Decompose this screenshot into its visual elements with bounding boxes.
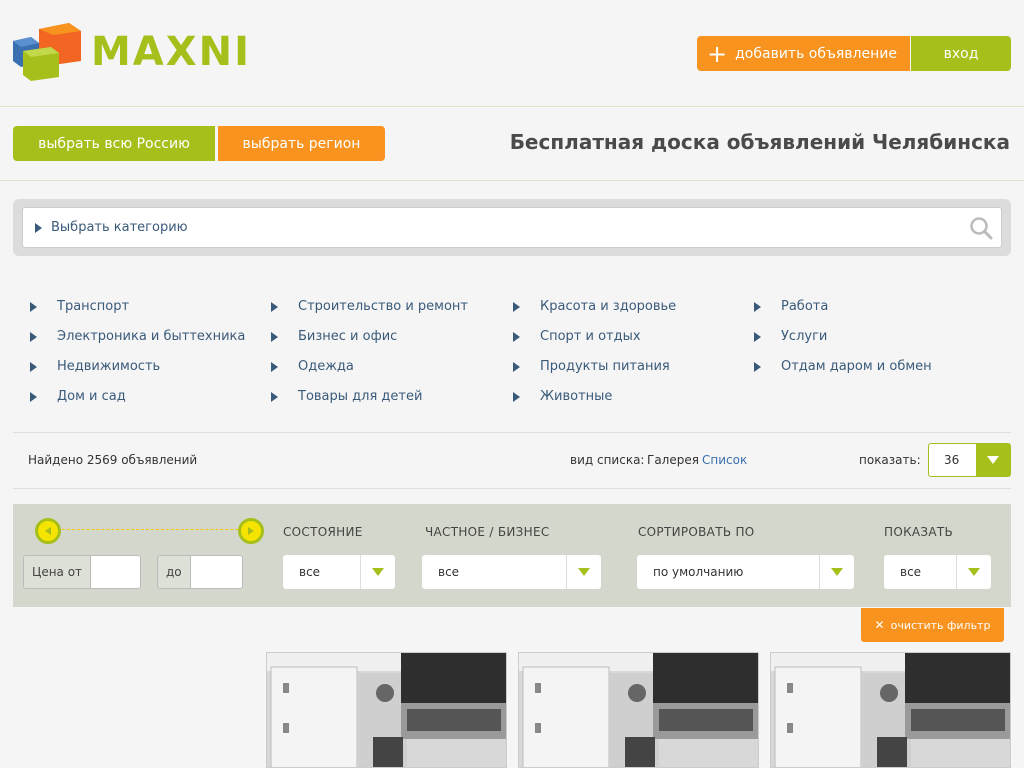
results-count: Найдено 2569 объявлений bbox=[28, 453, 198, 467]
category-select-input[interactable]: Выбрать категорию bbox=[22, 207, 1002, 248]
condition-label: СОСТОЯНИЕ bbox=[283, 525, 363, 539]
logo[interactable]: MAXNI bbox=[13, 21, 249, 81]
chevron-down-icon[interactable] bbox=[819, 555, 854, 589]
price-to-field[interactable]: до bbox=[157, 555, 243, 589]
show-filter-select[interactable]: все bbox=[884, 555, 991, 589]
chevron-down-icon[interactable] bbox=[956, 555, 991, 589]
header: MAXNI + добавить объявление вход bbox=[0, 0, 1024, 107]
clear-filter-label: очистить фильтр bbox=[890, 618, 991, 632]
category-item[interactable]: Товары для детей bbox=[271, 389, 422, 404]
price-slider-max-handle[interactable] bbox=[238, 518, 264, 544]
triangle-right-icon bbox=[513, 301, 520, 312]
seller-type-label: ЧАСТНОЕ / БИЗНЕС bbox=[425, 525, 550, 539]
price-slider-track[interactable] bbox=[47, 529, 263, 533]
clear-filter-button[interactable]: ✕ очистить фильтр bbox=[861, 608, 1004, 642]
view-mode-label: вид списка: bbox=[570, 453, 645, 467]
per-page-label: показать: bbox=[859, 453, 921, 467]
view-gallery-link[interactable]: Галерея bbox=[647, 453, 699, 467]
category-item[interactable]: Бизнес и офис bbox=[271, 329, 397, 344]
sort-label: СОРТИРОВАТЬ ПО bbox=[638, 525, 755, 539]
region-bar: выбрать всю Россию выбрать регион Беспла… bbox=[0, 108, 1024, 181]
category-search-box: Выбрать категорию bbox=[13, 199, 1011, 256]
logo-text: MAXNI bbox=[91, 29, 251, 75]
per-page-select[interactable]: 36 bbox=[928, 443, 1011, 477]
triangle-right-icon bbox=[30, 331, 37, 342]
add-ad-label: добавить объявление bbox=[735, 45, 897, 62]
triangle-right-icon bbox=[30, 301, 37, 312]
category-item[interactable]: Одежда bbox=[271, 359, 354, 374]
sort-select[interactable]: по умолчанию bbox=[637, 555, 854, 589]
category-item[interactable]: Электроника и быттехника bbox=[30, 329, 245, 344]
add-ad-button[interactable]: + добавить объявление bbox=[697, 36, 910, 71]
category-item[interactable]: Отдам даром и обмен bbox=[754, 359, 932, 374]
category-item[interactable]: Услуги bbox=[754, 329, 827, 344]
search-icon[interactable] bbox=[969, 216, 993, 240]
category-item[interactable]: Дом и сад bbox=[30, 389, 126, 404]
triangle-right-icon bbox=[754, 331, 761, 342]
listing-photo bbox=[771, 653, 1010, 767]
page-title: Бесплатная доска объявлений Челябинска bbox=[509, 130, 1010, 154]
category-list: Транспорт Электроника и быттехника Недви… bbox=[0, 295, 1024, 415]
category-select-label: Выбрать категорию bbox=[51, 220, 188, 235]
price-slider-min-handle[interactable] bbox=[35, 518, 61, 544]
category-item[interactable]: Недвижимость bbox=[30, 359, 160, 374]
listing-card[interactable] bbox=[518, 652, 759, 768]
triangle-right-icon bbox=[271, 391, 278, 402]
triangle-right-icon bbox=[271, 331, 278, 342]
show-filter-label: ПОКАЗАТЬ bbox=[884, 525, 954, 539]
logo-cubes-icon bbox=[13, 23, 81, 81]
plus-icon: + bbox=[707, 39, 728, 68]
filter-panel: Цена от до СОСТОЯНИЕ все ЧАСТНОЕ / БИЗНЕ… bbox=[13, 504, 1011, 607]
triangle-right-icon bbox=[271, 301, 278, 312]
category-item[interactable]: Работа bbox=[754, 299, 828, 314]
category-item[interactable]: Красота и здоровье bbox=[513, 299, 676, 314]
view-list-link[interactable]: Список bbox=[702, 453, 747, 467]
listing-card[interactable] bbox=[266, 652, 507, 768]
divider bbox=[13, 432, 1011, 433]
chevron-down-icon[interactable] bbox=[976, 444, 1010, 476]
listing-card[interactable] bbox=[770, 652, 1011, 768]
triangle-right-icon bbox=[35, 222, 42, 233]
login-button[interactable]: вход bbox=[911, 36, 1011, 71]
chevron-down-icon[interactable] bbox=[360, 555, 395, 589]
price-from-field[interactable]: Цена от bbox=[23, 555, 141, 589]
price-from-label: Цена от bbox=[24, 556, 92, 588]
per-page-value: 36 bbox=[944, 453, 960, 467]
triangle-right-icon bbox=[754, 301, 761, 312]
triangle-right-icon bbox=[30, 391, 37, 402]
chevron-down-icon[interactable] bbox=[566, 555, 601, 589]
category-item[interactable]: Транспорт bbox=[30, 299, 129, 314]
listing-photo bbox=[519, 653, 758, 767]
triangle-right-icon bbox=[513, 361, 520, 372]
category-item[interactable]: Продукты питания bbox=[513, 359, 670, 374]
triangle-right-icon bbox=[271, 361, 278, 372]
triangle-right-icon bbox=[513, 331, 520, 342]
category-item[interactable]: Строительство и ремонт bbox=[271, 299, 468, 314]
triangle-right-icon bbox=[754, 361, 761, 372]
close-icon: ✕ bbox=[874, 618, 885, 632]
category-item[interactable]: Животные bbox=[513, 389, 612, 404]
divider bbox=[13, 488, 1011, 489]
listing-photo bbox=[267, 653, 506, 767]
seller-type-select[interactable]: все bbox=[422, 555, 601, 589]
price-to-label: до bbox=[158, 556, 191, 588]
condition-select[interactable]: все bbox=[283, 555, 395, 589]
select-region-button[interactable]: выбрать регион bbox=[218, 126, 385, 161]
triangle-right-icon bbox=[30, 361, 37, 372]
triangle-right-icon bbox=[513, 391, 520, 402]
category-item[interactable]: Спорт и отдых bbox=[513, 329, 641, 344]
select-all-russia-button[interactable]: выбрать всю Россию bbox=[13, 126, 215, 161]
